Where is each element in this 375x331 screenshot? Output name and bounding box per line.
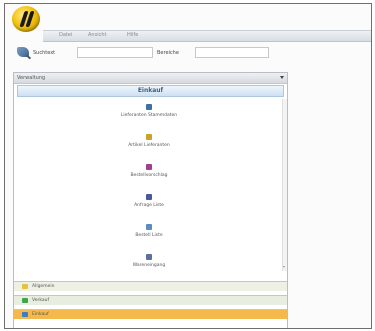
list-item-label: Bestell Liste bbox=[135, 233, 163, 238]
folder-icon bbox=[22, 284, 28, 289]
function-list: Lieferanten Stammdaten Artikel Lieferant… bbox=[14, 99, 287, 271]
search-toolbar: Suchtext Bereiche bbox=[5, 44, 371, 64]
search-input[interactable] bbox=[77, 47, 153, 58]
nav-bar-purchase[interactable]: Einkauf bbox=[14, 309, 287, 319]
menu-item-help[interactable]: Hilfe bbox=[127, 32, 138, 38]
nav-bar-label: Verkauf bbox=[32, 298, 50, 303]
menu-item-file[interactable]: Datei bbox=[59, 32, 72, 38]
search-label: Suchtext bbox=[33, 50, 56, 56]
goods-receipt-icon bbox=[146, 254, 152, 260]
list-scrollbar[interactable]: ▾ bbox=[282, 99, 287, 271]
list-item-supplier-master[interactable]: Lieferanten Stammdaten bbox=[74, 104, 224, 118]
app-logo-icon bbox=[12, 6, 40, 32]
filter-label: Bereiche bbox=[157, 50, 179, 56]
panel-header-title: Verwaltung bbox=[17, 75, 46, 81]
list-item-order-proposal[interactable]: Bestellvorschlag bbox=[74, 164, 224, 178]
menu-bar: Datei Ansicht Hilfe bbox=[43, 30, 371, 42]
inquiry-icon bbox=[146, 194, 152, 200]
menu-item-view[interactable]: Ansicht bbox=[88, 32, 106, 38]
list-item-label: Anfrage Liste bbox=[134, 203, 164, 208]
sales-icon bbox=[22, 298, 28, 303]
nav-bar-sales[interactable]: Verkauf bbox=[14, 295, 287, 305]
list-item-order-list[interactable]: Bestell Liste bbox=[74, 224, 224, 238]
panel-header: Verwaltung bbox=[14, 73, 287, 84]
supplier-icon bbox=[146, 104, 152, 110]
list-item-article-suppliers[interactable]: Artikel Lieferanten bbox=[74, 134, 224, 148]
section-title: Einkauf bbox=[17, 85, 284, 97]
proposal-icon bbox=[146, 164, 152, 170]
app-window: Datei Ansicht Hilfe Suchtext Bereiche Ve… bbox=[4, 3, 372, 329]
nav-bar-label: Allgemein bbox=[32, 284, 55, 289]
order-icon bbox=[146, 224, 152, 230]
list-item-goods-receipt[interactable]: Wareneingang bbox=[74, 254, 224, 268]
list-item-label: Wareneingang bbox=[132, 263, 166, 268]
purchase-icon bbox=[22, 312, 28, 317]
list-item-inquiry-list[interactable]: Anfrage Liste bbox=[74, 194, 224, 208]
collapse-icon[interactable] bbox=[280, 76, 284, 79]
search-icon[interactable] bbox=[17, 47, 29, 57]
list-item-label: Bestellvorschlag bbox=[130, 173, 168, 178]
nav-bar-general[interactable]: Allgemein bbox=[14, 281, 287, 291]
navigation-panel: Verwaltung Einkauf Lieferanten Stammdate… bbox=[13, 72, 288, 328]
list-item-label: Lieferanten Stammdaten bbox=[120, 113, 178, 118]
list-item-label: Artikel Lieferanten bbox=[128, 143, 170, 148]
scroll-down-icon[interactable]: ▾ bbox=[283, 265, 287, 269]
filter-input[interactable] bbox=[195, 47, 269, 58]
nav-bar-label: Einkauf bbox=[32, 312, 49, 317]
article-icon bbox=[146, 134, 152, 140]
